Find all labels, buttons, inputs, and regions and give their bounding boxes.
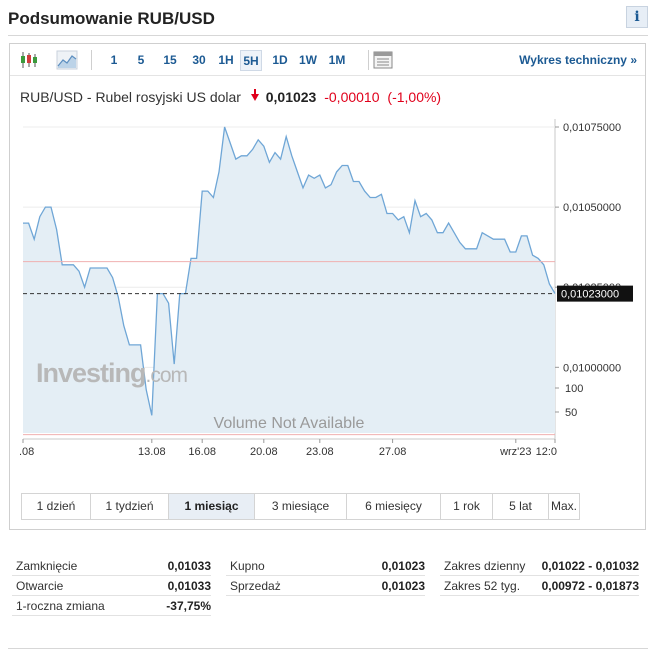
current-price-label: 0,01023000: [561, 289, 619, 301]
investing-watermark-suffix: .com: [146, 364, 188, 387]
stat-row: Otwarcie 0,01033: [12, 576, 211, 596]
x-tick-label: wrz'23: [499, 446, 531, 458]
stat-row: Zamknięcie 0,01033: [12, 556, 211, 576]
stat-value: 0,01023: [381, 559, 425, 573]
tab-period[interactable]: 5 lat: [492, 493, 548, 520]
x-tick-label: 20.08: [250, 446, 278, 458]
x-tick-label: 27.08: [379, 446, 407, 458]
stat-row: 1-roczna zmiana -37,75%: [12, 596, 211, 616]
tab-period[interactable]: 1 tydzień: [90, 493, 168, 520]
volume-tick-label: 100: [565, 383, 583, 395]
volume-tick-label: 50: [565, 407, 577, 419]
stat-label: Kupno: [230, 559, 265, 573]
stat-label: Zakres dzienny: [444, 559, 526, 573]
price-chart[interactable]: 0,010750000,010500000,010250000,01000000…: [10, 44, 645, 484]
volume-message: Volume Not Available: [214, 415, 365, 432]
stat-value: -37,75%: [166, 599, 211, 613]
stat-row: Zakres 52 tyg. 0,00972 - 0,01873: [440, 576, 639, 596]
stat-label: Sprzedaż: [230, 579, 281, 593]
stat-value: 0,01023: [381, 579, 425, 593]
summary-header: Podsumowanie RUB/USD i: [8, 6, 648, 36]
stat-label: Otwarcie: [16, 579, 64, 593]
stat-value: 0,01033: [167, 559, 211, 573]
y-tick-label: 0,01050000: [563, 202, 621, 214]
y-tick-label: 0,01075000: [563, 122, 621, 134]
y-tick-label: 0,01000000: [563, 362, 621, 374]
x-tick-label: 12:0: [536, 446, 557, 458]
x-tick-label: .08: [19, 446, 34, 458]
info-icon[interactable]: i: [626, 6, 648, 28]
chart-panel: 1 5 15 30 1H 5H 1D 1W 1M Wykres techniczny » RUB…: [9, 43, 646, 530]
page-title: Podsumowanie RUB/USD: [8, 9, 215, 28]
stat-label: Zamknięcie: [16, 559, 78, 573]
tab-period[interactable]: 3 miesiące: [254, 493, 346, 520]
tab-period[interactable]: Max.: [548, 493, 580, 520]
divider: [8, 648, 648, 649]
tab-period[interactable]: 1 miesiąc: [168, 493, 254, 520]
stat-row: Sprzedaż 0,01023: [226, 576, 425, 596]
stat-label: 1-roczna zmiana: [16, 599, 105, 613]
stat-row: Kupno 0,01023: [226, 556, 425, 576]
stat-row: Zakres dzienny 0,01022 - 0,01032: [440, 556, 639, 576]
stat-value: 0,00972 - 0,01873: [541, 579, 639, 593]
tab-period[interactable]: 1 rok: [440, 493, 492, 520]
tab-period[interactable]: 6 miesięcy: [346, 493, 440, 520]
stat-value: 0,01033: [167, 579, 211, 593]
stat-value: 0,01022 - 0,01032: [541, 559, 639, 573]
x-tick-label: 23.08: [306, 446, 334, 458]
x-tick-label: 16.08: [188, 446, 216, 458]
x-tick-label: 13.08: [138, 446, 166, 458]
period-tabs: 1 dzień 1 tydzień 1 miesiąc 3 miesiące 6 mie…: [21, 493, 580, 520]
tab-period[interactable]: 1 dzień: [21, 493, 90, 520]
stat-label: Zakres 52 tyg.: [444, 579, 521, 593]
